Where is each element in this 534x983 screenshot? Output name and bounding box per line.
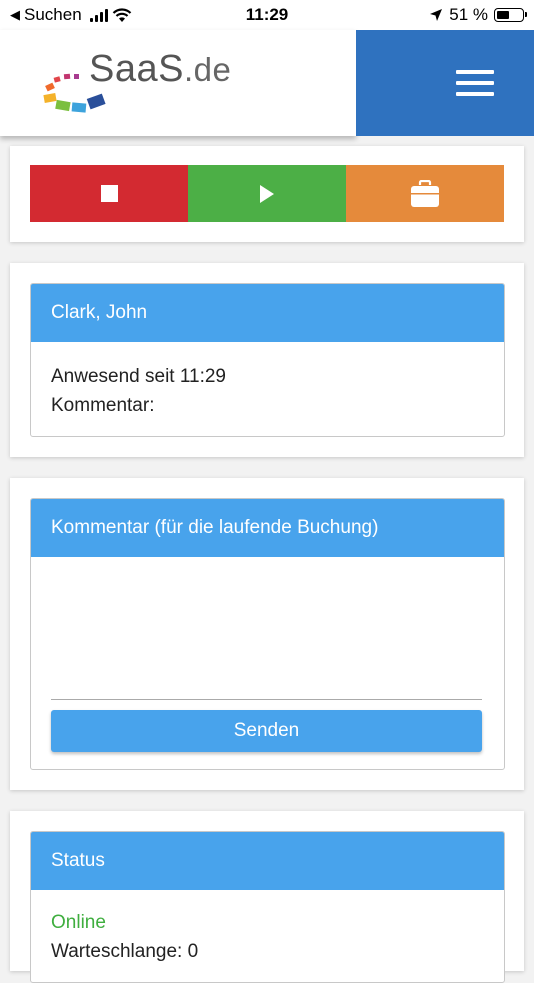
employee-card: Clark, John Anwesend seit 11:29 Kommenta… [10, 263, 524, 457]
play-icon [260, 184, 274, 203]
logo-tld: .de [183, 51, 232, 88]
online-status: Online [51, 912, 106, 933]
battery-icon [494, 8, 527, 22]
comment-title: Kommentar (für die laufende Buchung) [31, 499, 504, 557]
logo-name: SaaS [89, 48, 184, 90]
battery-percent: 51 % [449, 5, 488, 24]
employee-details: Anwesend seit 11:29 Kommentar: [31, 342, 504, 436]
comment-card: Kommentar (für die laufende Buchung) Sen… [10, 478, 524, 790]
status-bar-right: 51 % [429, 5, 527, 25]
comment-label: Kommentar: [51, 395, 155, 416]
logo[interactable]: SaaS.de [0, 30, 356, 136]
start-button[interactable] [188, 165, 346, 222]
status-panel: Status Online Warteschlange: 0 [30, 831, 505, 983]
briefcase-icon [411, 179, 439, 207]
send-button[interactable]: Senden [51, 710, 482, 752]
logo-text: SaaS.de [89, 48, 231, 91]
status-details: Online Warteschlange: 0 [31, 890, 504, 982]
stop-button[interactable] [30, 165, 188, 222]
action-buttons [30, 165, 504, 222]
location-arrow-icon [430, 9, 443, 21]
status-title: Status [31, 832, 504, 890]
employee-panel: Clark, John Anwesend seit 11:29 Kommenta… [30, 283, 505, 437]
menu-panel [356, 30, 534, 136]
hamburger-icon[interactable] [456, 70, 494, 96]
comment-panel: Kommentar (für die laufende Buchung) Sen… [30, 498, 505, 770]
stop-icon [100, 185, 118, 202]
queue-count: Warteschlange: 0 [51, 941, 199, 962]
actions-card [10, 146, 524, 242]
battery-level [497, 11, 509, 19]
presence-text: Anwesend seit 11:29 [51, 366, 226, 387]
app-header: SaaS.de [0, 30, 534, 136]
comment-input[interactable] [51, 557, 482, 700]
status-card: Status Online Warteschlange: 0 [10, 811, 524, 983]
employee-name: Clark, John [31, 284, 504, 342]
status-bar: ◀ Suchen 11:29 51 % [0, 0, 534, 30]
business-trip-button[interactable] [346, 165, 504, 222]
